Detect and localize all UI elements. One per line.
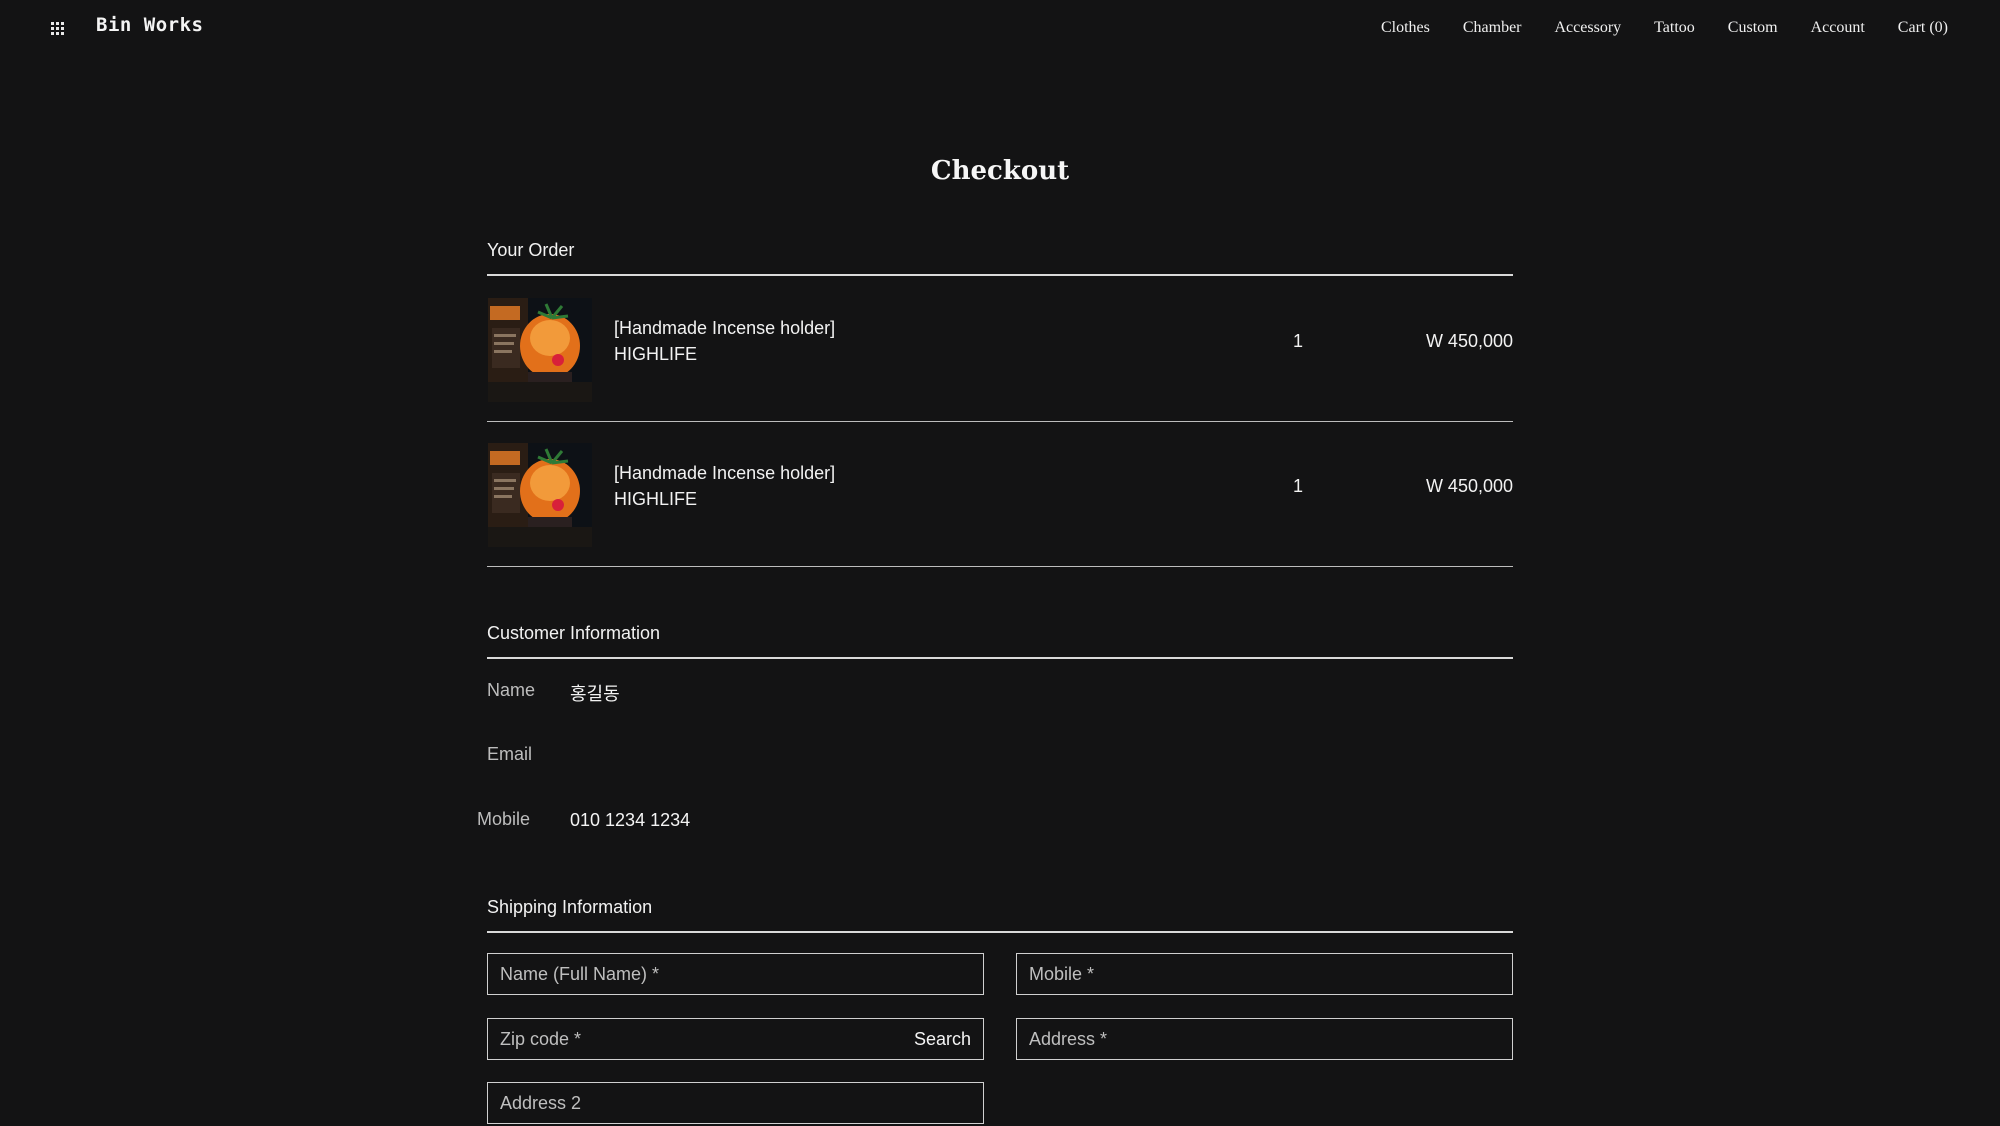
nav-chamber[interactable]: Chamber [1463,19,1522,37]
customer-divider [487,657,1513,659]
nav-tattoo[interactable]: Tattoo [1654,19,1695,37]
zip-search-button[interactable]: Search [914,1029,971,1050]
address2-input[interactable] [488,1083,983,1123]
item-brand: HIGHLIFE [614,489,698,509]
product-thumbnail[interactable] [488,298,592,402]
shipping-name-field [487,953,984,995]
item-divider [487,566,1513,567]
customer-mobile-value: 010 1234 1234 [570,810,691,830]
customer-email-label: Email [487,744,533,764]
shipping-name-input[interactable] [488,954,983,994]
shipping-mobile-input[interactable] [1017,954,1512,994]
order-item: [Handmade Incense holder] HIGHLIFE 1 W 4… [487,298,1513,402]
nav-cart[interactable]: Cart (0) [1898,19,1948,37]
order-divider [487,274,1513,276]
item-price: W 450,000 [1425,476,1513,496]
nav-custom[interactable]: Custom [1728,19,1778,37]
shipping-section-title: Shipping Information [487,897,653,917]
customer-section-title: Customer Information [487,623,661,643]
site-header: Bin Works Clothes Chamber Accessory Tatt… [0,0,2000,56]
customer-mobile-label: Mobile [477,809,531,829]
item-brand: HIGHLIFE [614,344,698,364]
zip-code-input[interactable] [488,1019,983,1059]
page-title: Checkout [930,156,1070,186]
item-divider [487,421,1513,422]
address-input[interactable] [1017,1019,1512,1059]
nav-clothes[interactable]: Clothes [1381,19,1430,37]
site-logo[interactable]: Bin Works [96,14,203,36]
main-nav: Clothes Chamber Accessory Tattoo Custom … [1381,19,1948,37]
address-field [1016,1018,1513,1060]
item-price: W 450,000 [1425,331,1513,351]
nav-accessory[interactable]: Accessory [1555,19,1622,37]
customer-name-label: Name [487,680,536,700]
item-quantity: 1 [1292,476,1303,496]
order-section-title: Your Order [487,240,575,260]
item-name: [Handmade Incense holder] [614,318,836,338]
address2-field [487,1082,984,1124]
product-thumbnail[interactable] [488,443,592,547]
shipping-mobile-field [1016,953,1513,995]
shipping-divider [487,931,1513,933]
grid-menu-icon[interactable] [51,22,65,36]
zip-code-field: Search [487,1018,984,1060]
order-item: [Handmade Incense holder] HIGHLIFE 1 W 4… [487,443,1513,547]
item-quantity: 1 [1292,331,1303,351]
customer-name-value: 홍길동 [570,684,620,704]
item-name: [Handmade Incense holder] [614,463,836,483]
nav-account[interactable]: Account [1811,19,1865,37]
